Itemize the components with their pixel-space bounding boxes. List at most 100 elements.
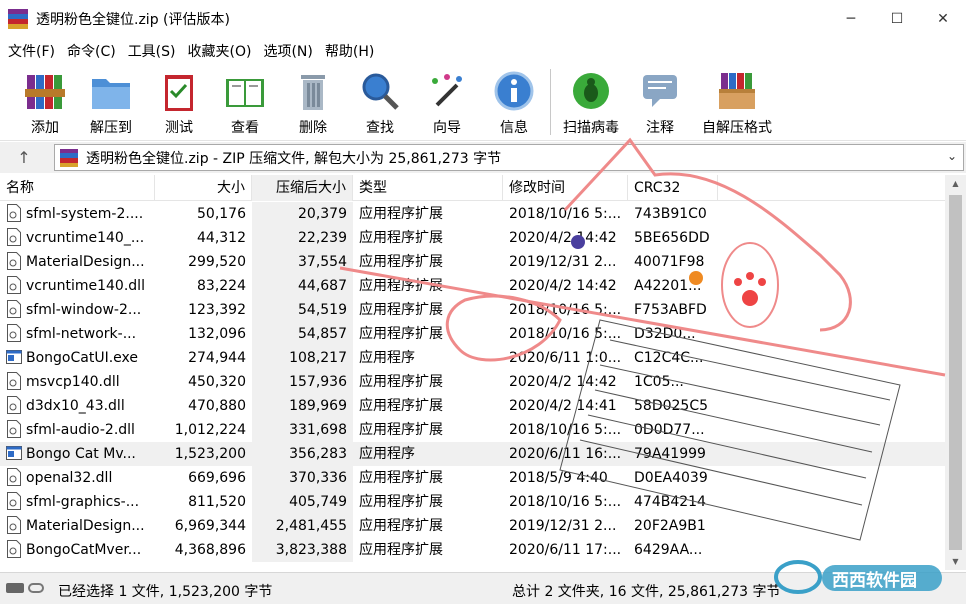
chevron-down-icon[interactable]: ⌄ <box>947 149 957 163</box>
cell-modified: 2019/12/31 2... <box>509 518 617 534</box>
exe-file-icon <box>6 444 22 462</box>
find-button[interactable]: 查找 <box>347 67 413 139</box>
delete-label: 删除 <box>299 120 327 136</box>
cell-modified: 2018/10/16 5:... <box>509 494 622 510</box>
path-field[interactable]: 透明粉色全键位.zip - ZIP 压缩文件, 解包大小为 25,861,273… <box>54 144 964 171</box>
archive-icon <box>60 148 78 167</box>
cell-name: sfml-window-2... <box>0 298 155 322</box>
info-icon <box>492 69 536 113</box>
cell-type: 应用程序扩展 <box>359 326 443 342</box>
table-row[interactable]: BongoCatUI.exe 274,944 108,217 应用程序 2020/6/1… <box>0 346 945 370</box>
cell-crc: D0EA4039 <box>634 470 708 486</box>
table-row[interactable]: sfml-audio-2.dll 1,012,224 331,698 应用程序扩展 20… <box>0 418 945 442</box>
table-row[interactable]: d3dx10_43.dll 470,880 189,969 应用程序扩展 2020/4/… <box>0 394 945 418</box>
dll-file-icon <box>6 276 22 294</box>
column-packed[interactable]: 压缩后大小 <box>252 175 353 201</box>
cell-size: 669,696 <box>188 470 246 486</box>
cell-crc: A42201... <box>634 278 702 294</box>
column-size[interactable]: 大小 <box>155 175 252 201</box>
add-label: 添加 <box>31 120 59 136</box>
cell-name: sfml-graphics-... <box>0 490 155 514</box>
table-row[interactable]: openal32.dll 669,696 370,336 应用程序扩展 2018/5/9… <box>0 466 945 490</box>
scan-virus-button[interactable]: 扫描病毒 <box>558 67 624 139</box>
up-folder-button[interactable]: ↑ <box>8 144 40 171</box>
column-modified[interactable]: 修改时间 <box>503 175 628 201</box>
file-name: msvcp140.dll <box>26 374 120 390</box>
scan-virus-label: 扫描病毒 <box>563 120 619 136</box>
scroll-up-arrow-icon[interactable]: ▲ <box>945 175 966 192</box>
file-name: BongoCatMver... <box>26 542 142 558</box>
cell-modified: 2020/4/2 14:42 <box>509 230 617 246</box>
table-row[interactable]: msvcp140.dll 450,320 157,936 应用程序扩展 2020/4/2… <box>0 370 945 394</box>
menu-tools[interactable]: 工具(S) <box>122 41 182 61</box>
view-button[interactable]: 查看 <box>212 67 278 139</box>
table-row[interactable]: Bongo Cat Mv... 1,523,200 356,283 应用程序 2020/… <box>0 442 945 466</box>
table-row[interactable]: sfml-graphics-... 811,520 405,749 应用程序扩展 201… <box>0 490 945 514</box>
cell-packed: 356,283 <box>252 442 353 466</box>
menu-options[interactable]: 选项(N) <box>257 41 318 61</box>
close-button[interactable]: ✕ <box>920 0 966 38</box>
cell-modified: 2018/10/16 5:... <box>509 302 622 318</box>
test-button[interactable]: 测试 <box>146 67 212 139</box>
test-clipboard-icon <box>157 69 201 113</box>
table-row[interactable]: vcruntime140_... 44,312 22,239 应用程序扩展 2020/4… <box>0 226 945 250</box>
add-button[interactable]: 添加 <box>12 67 78 139</box>
cell-name: vcruntime140_... <box>0 226 155 250</box>
column-header-row: 名称 大小 压缩后大小 类型 修改时间 CRC32 <box>0 175 945 201</box>
cell-packed: 189,969 <box>252 394 353 418</box>
column-crc[interactable]: CRC32 <box>628 175 718 201</box>
cell-modified: 2020/6/11 16:... <box>509 446 622 462</box>
table-row[interactable]: sfml-window-2... 123,392 54,519 应用程序扩展 2018/… <box>0 298 945 322</box>
file-name: MaterialDesign... <box>26 518 145 534</box>
cell-size: 470,880 <box>188 398 246 414</box>
column-type[interactable]: 类型 <box>353 175 503 201</box>
column-name[interactable]: 名称 <box>0 175 155 201</box>
table-row[interactable]: sfml-network-... 132,096 54,857 应用程序扩展 2018/… <box>0 322 945 346</box>
table-row[interactable]: MaterialDesign... 6,969,344 2,481,455 应用程序扩… <box>0 514 945 538</box>
menu-commands[interactable]: 命令(C) <box>61 41 122 61</box>
comment-button[interactable]: 注释 <box>627 67 693 139</box>
cell-name: MaterialDesign... <box>0 250 155 274</box>
scroll-thumb[interactable] <box>949 195 962 550</box>
find-label: 查找 <box>366 120 394 136</box>
delete-button[interactable]: 删除 <box>280 67 346 139</box>
comment-icon <box>638 69 682 113</box>
extract-to-label: 解压到 <box>90 120 132 136</box>
cell-size: 44,312 <box>197 230 246 246</box>
cell-packed: 54,857 <box>252 322 353 346</box>
cell-modified: 2020/6/11 1:0... <box>509 350 622 366</box>
cell-type: 应用程序扩展 <box>359 374 443 390</box>
comment-label: 注释 <box>646 120 674 136</box>
cell-size: 450,320 <box>188 374 246 390</box>
vertical-scrollbar[interactable]: ▲ ▼ <box>945 175 966 570</box>
maximize-button[interactable]: ☐ <box>874 0 920 38</box>
menu-file[interactable]: 文件(F) <box>2 41 61 61</box>
cell-type: 应用程序 <box>359 446 415 462</box>
menu-help[interactable]: 帮助(H) <box>319 41 380 61</box>
menu-favorites[interactable]: 收藏夹(O) <box>182 41 258 61</box>
dll-file-icon <box>6 492 22 510</box>
key-icon[interactable] <box>28 583 44 593</box>
cell-type: 应用程序 <box>359 350 415 366</box>
wizard-button[interactable]: 向导 <box>414 67 480 139</box>
table-row[interactable]: sfml-system-2.... 50,176 20,379 应用程序扩展 2018/… <box>0 202 945 226</box>
cell-modified: 2020/4/2 14:42 <box>509 374 617 390</box>
drive-icon[interactable] <box>6 583 24 593</box>
cell-modified: 2018/10/16 5:... <box>509 206 622 222</box>
minimize-button[interactable]: ─ <box>828 0 874 38</box>
winrar-app-icon <box>8 9 28 29</box>
cell-crc: 1C05... <box>634 374 684 390</box>
cell-packed: 157,936 <box>252 370 353 394</box>
cell-type: 应用程序扩展 <box>359 518 443 534</box>
cell-size: 132,096 <box>188 326 246 342</box>
info-button[interactable]: 信息 <box>481 67 547 139</box>
cell-type: 应用程序扩展 <box>359 230 443 246</box>
cell-type: 应用程序扩展 <box>359 302 443 318</box>
cell-type: 应用程序扩展 <box>359 206 443 222</box>
cell-size: 299,520 <box>188 254 246 270</box>
extract-to-button[interactable]: 解压到 <box>78 67 144 139</box>
table-row[interactable]: vcruntime140.dll 83,224 44,687 应用程序扩展 2020/4… <box>0 274 945 298</box>
table-row[interactable]: MaterialDesign... 299,520 37,554 应用程序扩展 2019… <box>0 250 945 274</box>
dll-file-icon <box>6 396 22 414</box>
sfx-button[interactable]: 自解压格式 <box>700 67 774 139</box>
